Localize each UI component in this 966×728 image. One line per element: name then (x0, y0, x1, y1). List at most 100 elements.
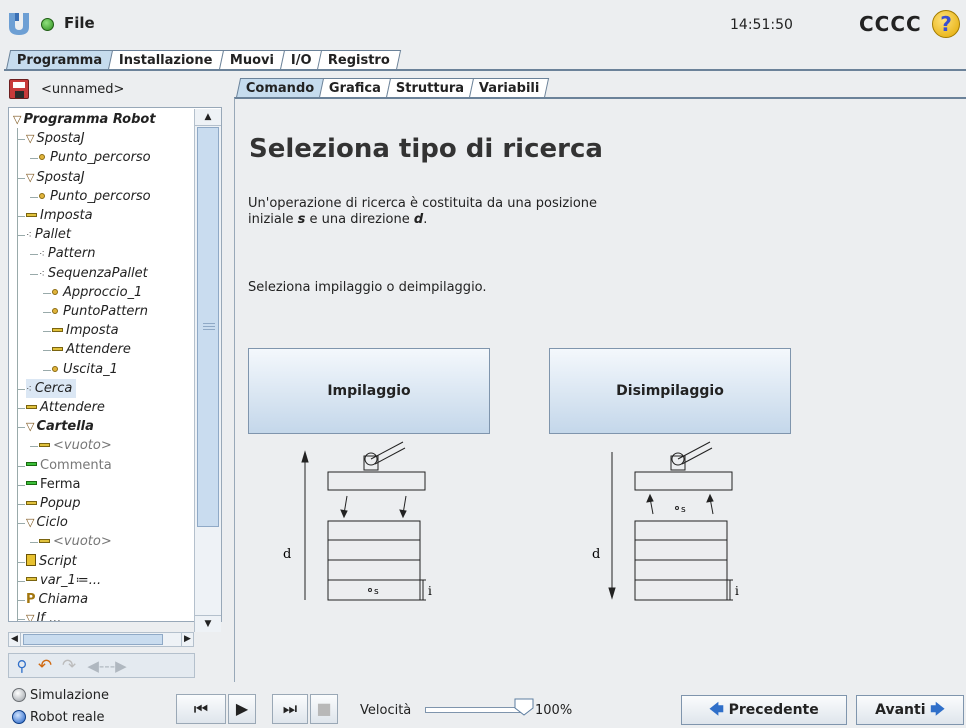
tree-connector (43, 369, 51, 371)
tree-node[interactable]: Script (26, 552, 77, 571)
tree-node[interactable]: Commenta (26, 456, 112, 475)
tree-node-label: SpostaJ (36, 169, 85, 185)
tree-node[interactable]: PuntoPattern (52, 302, 148, 321)
tree-node[interactable]: Imposta (52, 321, 119, 340)
scroll-up-icon[interactable]: ▲ (195, 109, 221, 126)
tab-grafica[interactable]: Grafica (319, 78, 392, 98)
tree-node-label: SpostaJ (36, 131, 85, 147)
stop-button[interactable]: ■ (310, 694, 338, 724)
tree-node[interactable]: Approccio_1 (52, 283, 142, 302)
tree-node[interactable]: ⁖ Pallet (26, 225, 71, 244)
tree-node-label: PuntoPattern (63, 304, 148, 319)
tree-node[interactable]: ⁖ Cerca (26, 378, 77, 398)
real-robot-radio[interactable] (12, 710, 26, 724)
scroll-thumb[interactable] (197, 127, 219, 527)
search-icon[interactable]: ⚲ (12, 656, 32, 677)
tab-io[interactable]: I/O (279, 50, 323, 70)
tab-comando[interactable]: Comando (235, 78, 325, 98)
play-button[interactable]: ▶ (228, 694, 256, 724)
tree-node[interactable]: ▽ Programma Robot (13, 110, 156, 129)
set-icon (39, 538, 50, 543)
previous-button[interactable]: 🡄 Precedente (681, 695, 847, 725)
tree-node[interactable]: Attendere (52, 340, 131, 359)
tree-node[interactable]: ▽ If ... (26, 609, 61, 621)
diagram-d-label: d (592, 547, 600, 562)
arrow-left-icon: 🡄 (709, 702, 724, 718)
select-prompt: Seleziona impilaggio o deimpilaggio. (248, 280, 487, 295)
set-icon (26, 577, 37, 582)
tree-node[interactable]: ▽ SpostaJ (26, 168, 85, 187)
tab-installazione[interactable]: Installazione (108, 50, 224, 70)
tree-connector (17, 177, 25, 179)
tab-programma[interactable]: Programma (5, 50, 114, 70)
diagram-i-label: i (428, 584, 432, 598)
tree-node[interactable]: Punto_percorso (39, 148, 151, 167)
robot-status-icon[interactable] (41, 18, 54, 31)
tab-struttura[interactable]: Struttura (386, 78, 475, 98)
help-icon[interactable]: ? (932, 10, 960, 38)
speed-slider[interactable] (425, 707, 525, 713)
redo-icon[interactable]: ↷ (58, 656, 80, 677)
move-node-icon[interactable]: ◀‑‑‑▶ (83, 656, 131, 677)
tree-node[interactable]: ▽ Ciclo (26, 513, 68, 532)
scroll-down-icon[interactable]: ▼ (195, 615, 221, 632)
tree-node[interactable]: <vuoto> (39, 436, 112, 455)
call-icon: P (26, 592, 36, 607)
tree-node-label: Punto_percorso (50, 150, 151, 166)
tree-connector (30, 542, 38, 544)
tree-vertical-scrollbar[interactable]: ▲ ▼ (194, 109, 221, 632)
next-button[interactable]: Avanti 🡆 (856, 695, 964, 725)
save-icon[interactable] (9, 79, 29, 99)
unstack-button[interactable]: Disimpilaggio (549, 348, 791, 434)
tree-node[interactable]: ⁖ SequenzaPallet (39, 264, 148, 283)
tab-variabili[interactable]: Variabili (469, 78, 550, 98)
tree-node[interactable]: P Chiama (26, 590, 88, 609)
hscroll-thumb[interactable] (23, 634, 163, 645)
diagram-s-label: s (374, 587, 379, 597)
tab-muovi[interactable]: Muovi (218, 50, 285, 70)
tree-connector (30, 446, 38, 448)
program-tree[interactable]: ▽ Programma Robot ▽ SpostaJ Punto_percorso ▽ S… (8, 107, 222, 622)
waypoint-icon (39, 154, 45, 161)
stack-button[interactable]: Impilaggio (248, 348, 490, 434)
tree-node[interactable]: Uscita_1 (52, 360, 118, 379)
tree-connector (17, 235, 25, 237)
tree-node[interactable]: Ferma (26, 475, 81, 494)
tab-registro[interactable]: Registro (317, 50, 402, 70)
stacking-diagram: d i s (283, 441, 432, 601)
tree-node-label: Chiama (38, 592, 89, 607)
tree-node[interactable]: Punto_percorso (39, 187, 151, 206)
rewind-button[interactable]: ⏮ (176, 694, 226, 724)
tree-connector (17, 128, 18, 621)
comment-icon (26, 462, 37, 467)
undo-icon[interactable]: ↶ (34, 656, 56, 677)
main-tabs: Programma Installazione Muovi I/O Regist… (5, 50, 402, 70)
tree-node-label: Uscita_1 (63, 361, 118, 377)
tree-node-label: Cartella (36, 419, 94, 435)
triangle-down-icon: ▽ (26, 420, 35, 434)
step-button[interactable]: ⏭ (272, 694, 308, 724)
speed-slider-thumb[interactable] (514, 698, 534, 716)
real-robot-label[interactable]: Robot reale (30, 710, 104, 725)
file-menu[interactable]: File (64, 14, 95, 32)
scroll-right-icon[interactable]: ▶ (181, 633, 193, 646)
tree-node[interactable]: Imposta (26, 206, 93, 225)
tree-connector (43, 350, 51, 352)
program-name: <unnamed> (41, 82, 125, 97)
tree-node[interactable]: Popup (26, 494, 81, 513)
tree-node[interactable]: ▽ Cartella (26, 417, 94, 436)
command-panel: Seleziona tipo di ricerca Un'operazione … (234, 97, 966, 682)
tree-node-label: Ferma (40, 476, 81, 492)
tree-connector (17, 619, 25, 621)
tree-node[interactable]: ⁖ Pattern (39, 244, 95, 263)
tree-node[interactable]: ▽ SpostaJ (26, 129, 85, 148)
scroll-left-icon[interactable]: ◀ (9, 633, 21, 646)
tree-node[interactable]: var_1≔... (26, 571, 101, 590)
simulation-label[interactable]: Simulazione (30, 688, 109, 703)
simulation-radio[interactable] (12, 688, 26, 702)
tree-horizontal-scrollbar[interactable]: ◀ ▶ (8, 632, 194, 647)
tree-node[interactable]: Attendere (26, 398, 105, 417)
pallet-icon: ⁖ (39, 268, 45, 280)
tree-node[interactable]: <vuoto> (39, 532, 112, 551)
speed-value: 100% (535, 703, 573, 718)
